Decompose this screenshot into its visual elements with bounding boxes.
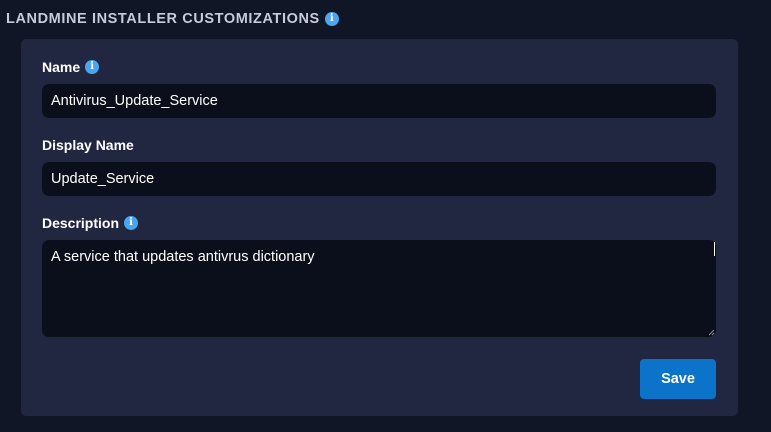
name-label: Name (42, 59, 81, 75)
save-button[interactable]: Save (640, 359, 716, 399)
resize-grip-icon[interactable] (708, 329, 715, 336)
name-input[interactable] (42, 84, 716, 118)
info-icon[interactable]: i (85, 60, 100, 74)
section-title: LANDMINE INSTALLER CUSTOMIZATIONS (6, 11, 320, 27)
customizations-card: Name i Display Name Description i A serv… (21, 39, 738, 416)
display-name-label: Display Name (42, 137, 134, 153)
display-name-label-row: Display Name (42, 137, 134, 153)
info-icon[interactable]: i (324, 12, 339, 26)
description-text: A service that updates antivrus dictiona… (51, 249, 315, 265)
description-textarea[interactable]: A service that updates antivrus dictiona… (42, 240, 716, 337)
display-name-input[interactable] (42, 162, 716, 196)
description-label-row: Description i (42, 215, 139, 231)
text-cursor (714, 242, 715, 256)
info-icon[interactable]: i (124, 216, 139, 230)
description-label: Description (42, 215, 120, 231)
name-label-row: Name i (42, 59, 100, 75)
section-header: LANDMINE INSTALLER CUSTOMIZATIONS i (6, 11, 339, 27)
